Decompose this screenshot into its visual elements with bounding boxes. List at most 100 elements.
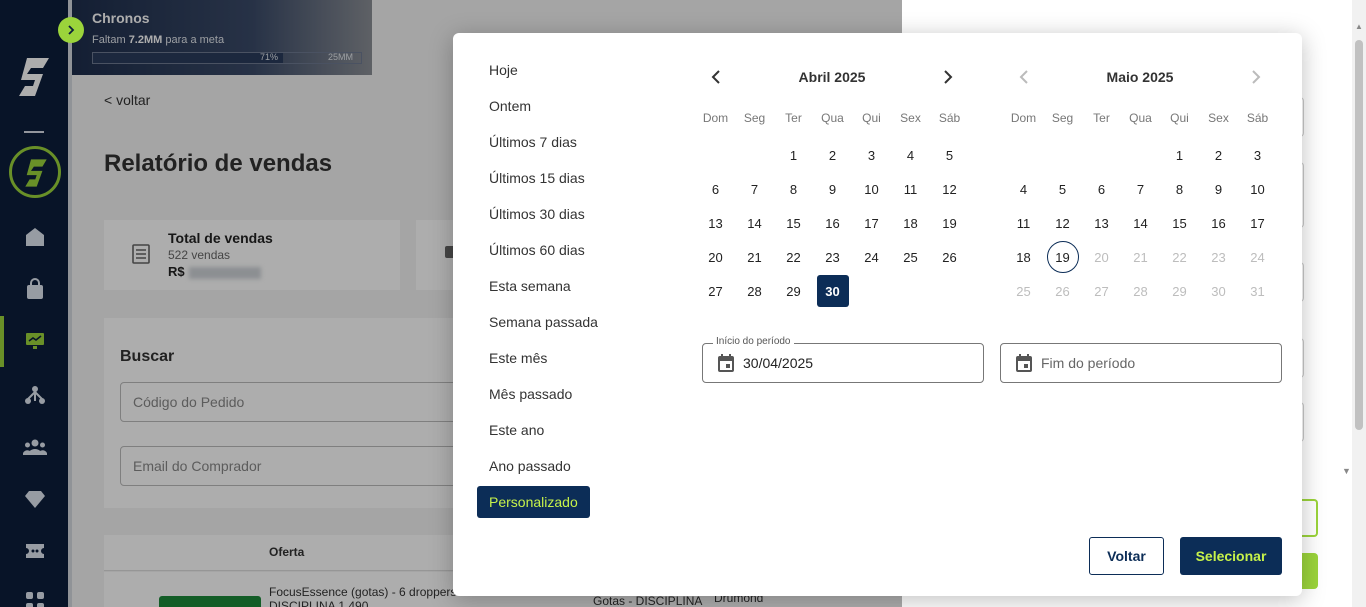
preset-option[interactable]: Últimos 30 dias (477, 198, 597, 230)
weekday-label: Qua (1129, 111, 1152, 125)
calendar-day[interactable]: 13 (700, 207, 732, 239)
scroll-thumb[interactable] (1355, 40, 1363, 430)
calendar-day: 30 (1211, 283, 1226, 299)
calendar-day[interactable]: 14 (1125, 207, 1157, 239)
calendar-day[interactable]: 11 (1008, 207, 1040, 239)
calendar-day[interactable]: 12 (1047, 207, 1079, 239)
preset-option[interactable]: Mês passado (477, 378, 584, 410)
calendar-day[interactable]: 7 (1125, 173, 1157, 205)
weekday-label: Qui (862, 111, 881, 125)
calendar-day[interactable]: 28 (739, 275, 771, 307)
calendar-day[interactable]: 21 (739, 241, 771, 273)
calendar-day[interactable]: 14 (739, 207, 771, 239)
calendar-day[interactable]: 6 (700, 173, 732, 205)
calendar-day[interactable]: 18 (895, 207, 927, 239)
preset-option[interactable]: Últimos 60 dias (477, 234, 597, 266)
calendar-day[interactable]: 18 (1008, 241, 1040, 273)
calendar-day[interactable]: 3 (1242, 139, 1274, 171)
calendar-day[interactable]: 30 (816, 275, 849, 307)
calendar-day[interactable]: 29 (778, 275, 810, 307)
calendar-day[interactable]: 16 (1203, 207, 1235, 239)
calendar-day[interactable]: 2 (817, 139, 849, 171)
calendar-icon (717, 353, 735, 378)
back-button[interactable]: Voltar (1089, 537, 1164, 575)
calendar-day[interactable]: 4 (1008, 173, 1040, 205)
date-range-modal: Hoje Ontem Últimos 7 dias Últimos 15 dias Úl… (453, 33, 1302, 596)
calendar-day[interactable]: 23 (817, 241, 849, 273)
scroll-up-icon[interactable]: ▲ (1355, 22, 1363, 31)
calendar-day[interactable]: 15 (778, 207, 810, 239)
calendar-day[interactable]: 19 (934, 207, 966, 239)
preset-option[interactable]: Este mês (477, 342, 559, 374)
preset-option[interactable]: Últimos 7 dias (477, 126, 589, 158)
calendar-day[interactable]: 26 (934, 241, 966, 273)
weekday-label: Qua (821, 111, 844, 125)
calendar-day[interactable]: 12 (934, 173, 966, 205)
calendar-day[interactable]: 13 (1086, 207, 1118, 239)
sidebar-expand-button[interactable] (58, 17, 84, 43)
calendar-day[interactable]: 22 (778, 241, 810, 273)
calendar-day[interactable]: 7 (739, 173, 771, 205)
weekday-label: Qui (1170, 111, 1189, 125)
preset-option[interactable]: Últimos 15 dias (477, 162, 597, 194)
preset-option[interactable]: Hoje (477, 54, 530, 86)
preset-option[interactable]: Esta semana (477, 270, 583, 302)
page-scrollbar[interactable]: ▲ (1352, 0, 1366, 607)
calendar-day[interactable]: 10 (1242, 173, 1274, 205)
calendar-day[interactable]: 1 (1164, 139, 1196, 171)
end-date-placeholder: Fim do período (1041, 355, 1136, 371)
calendar-day: 22 (1172, 249, 1187, 265)
calendar-day[interactable]: 27 (700, 275, 732, 307)
preset-option[interactable]: Ontem (477, 90, 543, 122)
preset-option[interactable]: Ano passado (477, 450, 583, 482)
calendar-day[interactable]: 6 (1086, 173, 1118, 205)
start-date-field[interactable]: Início do período 30/04/2025 (702, 336, 984, 383)
calendar-day: 24 (1250, 249, 1265, 265)
weekday-label: Seg (1051, 111, 1074, 125)
calendar-day: 21 (1133, 249, 1148, 265)
calendar-day[interactable]: 8 (778, 173, 810, 205)
weekday-label: Ter (1093, 111, 1110, 125)
calendar-day: 28 (1133, 283, 1148, 299)
calendar-day: 26 (1055, 283, 1070, 299)
preset-option[interactable]: Este ano (477, 414, 556, 446)
calendar-day[interactable]: 15 (1164, 207, 1196, 239)
chevron-right-icon (68, 25, 75, 35)
calendar-day[interactable]: 9 (1203, 173, 1235, 205)
chevron-right-icon (1252, 70, 1261, 84)
calendar-day[interactable]: 19 (1046, 241, 1079, 273)
calendar-day[interactable]: 17 (1242, 207, 1274, 239)
next-month-button[interactable] (938, 67, 958, 87)
calendar-day[interactable]: 11 (895, 173, 927, 205)
calendar-day: 27 (1094, 283, 1109, 299)
calendar-day[interactable]: 16 (817, 207, 849, 239)
calendar-icon (1015, 353, 1033, 378)
weekday-label: Dom (1010, 111, 1037, 125)
end-date-field[interactable]: Fim do período (1000, 343, 1282, 383)
preset-option[interactable]: Semana passada (477, 306, 610, 338)
calendar-day[interactable]: 24 (856, 241, 888, 273)
calendar-day[interactable]: 2 (1203, 139, 1235, 171)
calendar-day[interactable]: 17 (856, 207, 888, 239)
select-button[interactable]: Selecionar (1180, 537, 1282, 575)
calendar-day[interactable]: 9 (817, 173, 849, 205)
calendar-title: Maio 2025 (1106, 69, 1174, 85)
calendar-day[interactable]: 3 (856, 139, 888, 171)
calendar-day[interactable]: 25 (895, 241, 927, 273)
weekday-label: Ter (785, 111, 802, 125)
calendar-day[interactable]: 8 (1164, 173, 1196, 205)
drawer-scroll-down-icon[interactable]: ▼ (1342, 466, 1351, 476)
calendar-day[interactable]: 20 (700, 241, 732, 273)
calendar-day[interactable]: 4 (895, 139, 927, 171)
calendar-day[interactable]: 5 (934, 139, 966, 171)
preset-option[interactable]: Personalizado (477, 486, 590, 518)
calendar-day[interactable]: 5 (1047, 173, 1079, 205)
weekday-label: Sex (900, 111, 921, 125)
calendar-day[interactable]: 1 (778, 139, 810, 171)
calendar-day: 20 (1094, 249, 1109, 265)
calendar-day[interactable]: 10 (856, 173, 888, 205)
calendar-title: Abril 2025 (798, 69, 866, 85)
weekday-label: Sáb (938, 111, 961, 125)
next-month-button-disabled (1246, 67, 1266, 87)
calendar-day: 25 (1016, 283, 1031, 299)
